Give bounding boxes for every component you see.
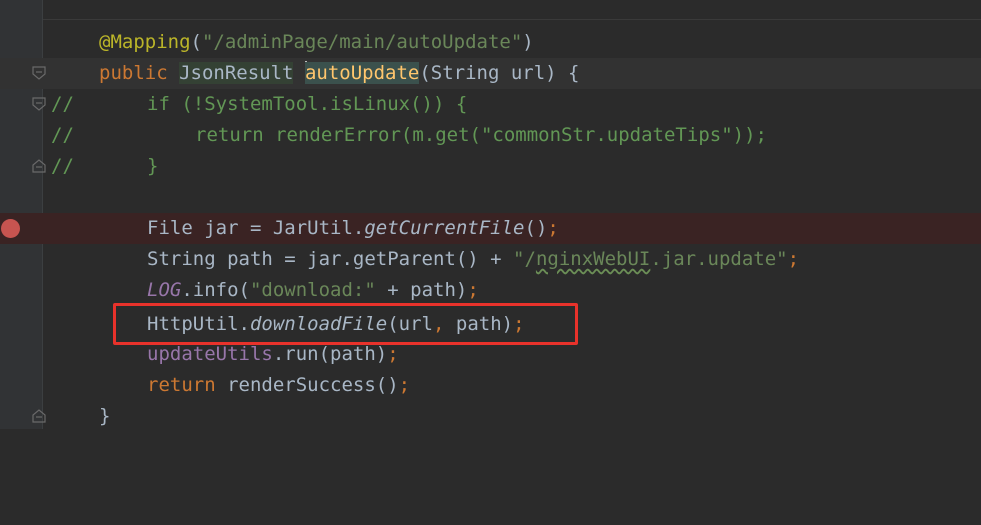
- code-line-return[interactable]: return renderSuccess();: [0, 370, 981, 401]
- semicolon-token: ;: [547, 217, 559, 239]
- string-token: "download:": [249, 279, 376, 301]
- keyword-token: public: [99, 62, 168, 84]
- code-line-closing-brace[interactable]: }: [0, 401, 981, 432]
- brace-token: }: [99, 405, 111, 427]
- annotation-token: @Mapping: [99, 31, 191, 53]
- fold-end-icon[interactable]: [32, 409, 46, 423]
- code-line-commented-brace[interactable]: // }: [0, 151, 981, 182]
- code-line-path[interactable]: String path = jar.getParent() + "/nginxW…: [0, 244, 981, 275]
- comment-marker: //: [51, 124, 74, 146]
- highlight-box: [113, 303, 578, 345]
- semicolon-token: ;: [398, 374, 411, 396]
- breakpoint-icon[interactable]: [1, 219, 20, 238]
- semicolon-token: ;: [787, 248, 800, 270]
- code-token: File jar = JarUtil.: [147, 217, 365, 239]
- comment-code: }: [147, 155, 159, 177]
- string-token: "/: [513, 248, 536, 270]
- string-token: "/adminPage/main/autoUpdate": [201, 31, 523, 53]
- code-token: + path): [375, 279, 468, 301]
- paren-token: ): [522, 31, 534, 53]
- comment-marker: //: [51, 155, 74, 177]
- params-token: (String url) {: [419, 62, 580, 84]
- code-line-blank[interactable]: [0, 182, 981, 213]
- type-token: JsonResult: [179, 62, 294, 84]
- comment-marker: //: [51, 93, 74, 115]
- string-token: nginxWebUI: [535, 248, 651, 270]
- code-editor[interactable]: @Mapping("/adminPage/main/autoUpdate") p…: [0, 0, 981, 429]
- code-token: (): [524, 217, 548, 239]
- fold-end-icon[interactable]: [32, 159, 46, 173]
- static-method-token: getCurrentFile: [364, 217, 525, 239]
- keyword-token: return: [147, 374, 216, 396]
- paren-token: (: [190, 31, 202, 53]
- method-name-token: autoUpdate: [304, 62, 420, 84]
- semicolon-token: ;: [467, 279, 479, 301]
- field-token: LOG: [147, 279, 182, 301]
- code-token: String path = jar.getParent() +: [147, 248, 514, 270]
- code-line-log[interactable]: LOG.info("download:" + path);: [0, 275, 981, 306]
- code-line-commented-if[interactable]: // if (!SystemTool.isLinux()) {: [0, 89, 981, 120]
- code-token: .info(: [181, 279, 250, 301]
- code-line-breakpoint[interactable]: File jar = JarUtil.getCurrentFile();: [0, 213, 981, 244]
- method-separator-line: [43, 19, 981, 20]
- code-token: renderSuccess(): [215, 374, 399, 396]
- semicolon-token: ;: [387, 343, 399, 365]
- comment-code: return renderError(m.get("commonStr.upda…: [195, 124, 767, 146]
- code-line-method-declaration[interactable]: public JsonResult autoUpdate(String url)…: [0, 58, 981, 89]
- string-token: .jar.update": [650, 248, 788, 270]
- field-token: updateUtils: [147, 343, 273, 365]
- fold-collapse-icon[interactable]: [32, 66, 46, 80]
- fold-collapse-icon[interactable]: [32, 97, 46, 111]
- comment-code: if (!SystemTool.isLinux()) {: [147, 93, 468, 115]
- code-line-commented-return[interactable]: // return renderError(m.get("commonStr.u…: [0, 120, 981, 151]
- code-line-annotation[interactable]: @Mapping("/adminPage/main/autoUpdate"): [0, 27, 981, 58]
- code-token: .run(path): [272, 343, 388, 365]
